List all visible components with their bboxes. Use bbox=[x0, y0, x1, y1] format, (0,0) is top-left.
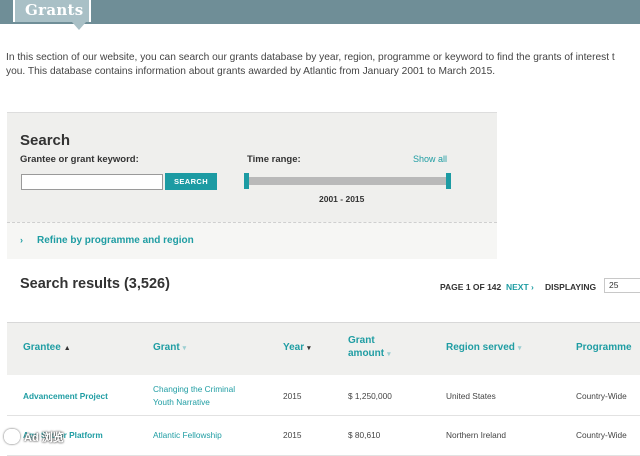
amount-cell: $ 80,610 bbox=[348, 430, 381, 440]
sort-icon: ▾ bbox=[517, 345, 522, 352]
section-title: Grants bbox=[25, 1, 84, 19]
search-panel: Search Grantee or grant keyword: SEARCH … bbox=[7, 112, 497, 223]
next-page-link[interactable]: NEXT › bbox=[506, 282, 534, 292]
year-cell: 2015 bbox=[283, 391, 302, 401]
chevron-right-icon: › bbox=[20, 235, 23, 245]
slider-handle-start[interactable] bbox=[244, 173, 249, 189]
displaying-label: DISPLAYING bbox=[545, 282, 597, 292]
grantee-link[interactable]: Advancement Project bbox=[23, 390, 108, 403]
keyword-input[interactable] bbox=[21, 174, 163, 190]
per-page-select[interactable]: 25 bbox=[604, 278, 640, 293]
section-tab-notch bbox=[72, 22, 86, 30]
results-title: Search results (3,526) bbox=[20, 276, 170, 292]
table-header: Grantee ▲ Grant ▾ Year ▾ Grant amount ▾ Regi… bbox=[7, 322, 640, 375]
column-label: Grantee bbox=[23, 342, 61, 353]
table-row: Advancement Project Changing the Crimina… bbox=[7, 377, 640, 416]
watermark-text: Ad 浏览 bbox=[24, 432, 64, 444]
programme-cell: Country-Wide bbox=[576, 430, 627, 440]
intro-text: In this section of our website, you can … bbox=[6, 51, 640, 78]
sort-icon: ▾ bbox=[387, 351, 391, 358]
time-range-value: 2001 - 2015 bbox=[319, 194, 365, 204]
page-info: PAGE 1 OF 142 bbox=[440, 282, 502, 292]
refine-label[interactable]: Refine by programme and region bbox=[37, 235, 194, 246]
watermark-logo-icon bbox=[4, 429, 20, 444]
region-cell: Northern Ireland bbox=[446, 430, 506, 440]
column-header-grant[interactable]: Grant ▾ bbox=[153, 341, 186, 355]
grant-link[interactable]: Atlantic Fellowship bbox=[153, 429, 222, 442]
programme-cell: Country-Wide bbox=[576, 391, 627, 401]
column-header-programme[interactable]: Programme bbox=[576, 341, 632, 354]
column-label: Year bbox=[283, 342, 305, 353]
time-range-label: Time range: bbox=[247, 154, 301, 165]
table-row: Age Sector Platform Atlantic Fellowship … bbox=[7, 417, 640, 456]
show-all-link[interactable]: Show all bbox=[413, 154, 447, 164]
watermark: Ad 浏览 bbox=[4, 426, 86, 448]
sort-icon: ▾ bbox=[182, 345, 187, 352]
header-bar bbox=[0, 0, 640, 24]
column-header-year[interactable]: Year ▾ bbox=[283, 341, 311, 355]
column-header-region[interactable]: Region served ▾ bbox=[446, 341, 521, 355]
search-title: Search bbox=[20, 132, 71, 149]
grant-line-1: Changing the Criminal bbox=[153, 384, 236, 394]
region-cell: United States bbox=[446, 391, 496, 401]
intro-line-2: you. This database contains information … bbox=[6, 65, 496, 77]
amount-cell: $ 1,250,000 bbox=[348, 391, 392, 401]
intro-line-1: In this section of our website, you can … bbox=[6, 52, 615, 63]
search-button[interactable]: SEARCH bbox=[165, 173, 217, 190]
column-header-grantee[interactable]: Grantee ▲ bbox=[23, 341, 71, 355]
refine-toggle[interactable]: › Refine by programme and region bbox=[7, 222, 497, 259]
column-label-line-2: amount bbox=[348, 348, 385, 359]
slider-handle-end[interactable] bbox=[446, 173, 451, 189]
time-range-slider[interactable] bbox=[247, 177, 448, 185]
column-label: Programme bbox=[576, 342, 632, 353]
grant-link[interactable]: Changing the Criminal Youth Narrative bbox=[153, 383, 235, 409]
column-label: Region served bbox=[446, 342, 515, 353]
section-tab: Grants bbox=[13, 0, 91, 22]
sort-asc-icon: ▲ bbox=[63, 345, 71, 352]
column-label-line-1: Grant bbox=[348, 335, 375, 346]
grant-line-2: Youth Narrative bbox=[153, 397, 210, 407]
keyword-label: Grantee or grant keyword: bbox=[20, 154, 139, 165]
year-cell: 2015 bbox=[283, 430, 302, 440]
sort-desc-icon: ▾ bbox=[307, 345, 311, 352]
column-label: Grant bbox=[153, 342, 180, 353]
column-header-amount[interactable]: Grant amount ▾ bbox=[348, 334, 391, 361]
